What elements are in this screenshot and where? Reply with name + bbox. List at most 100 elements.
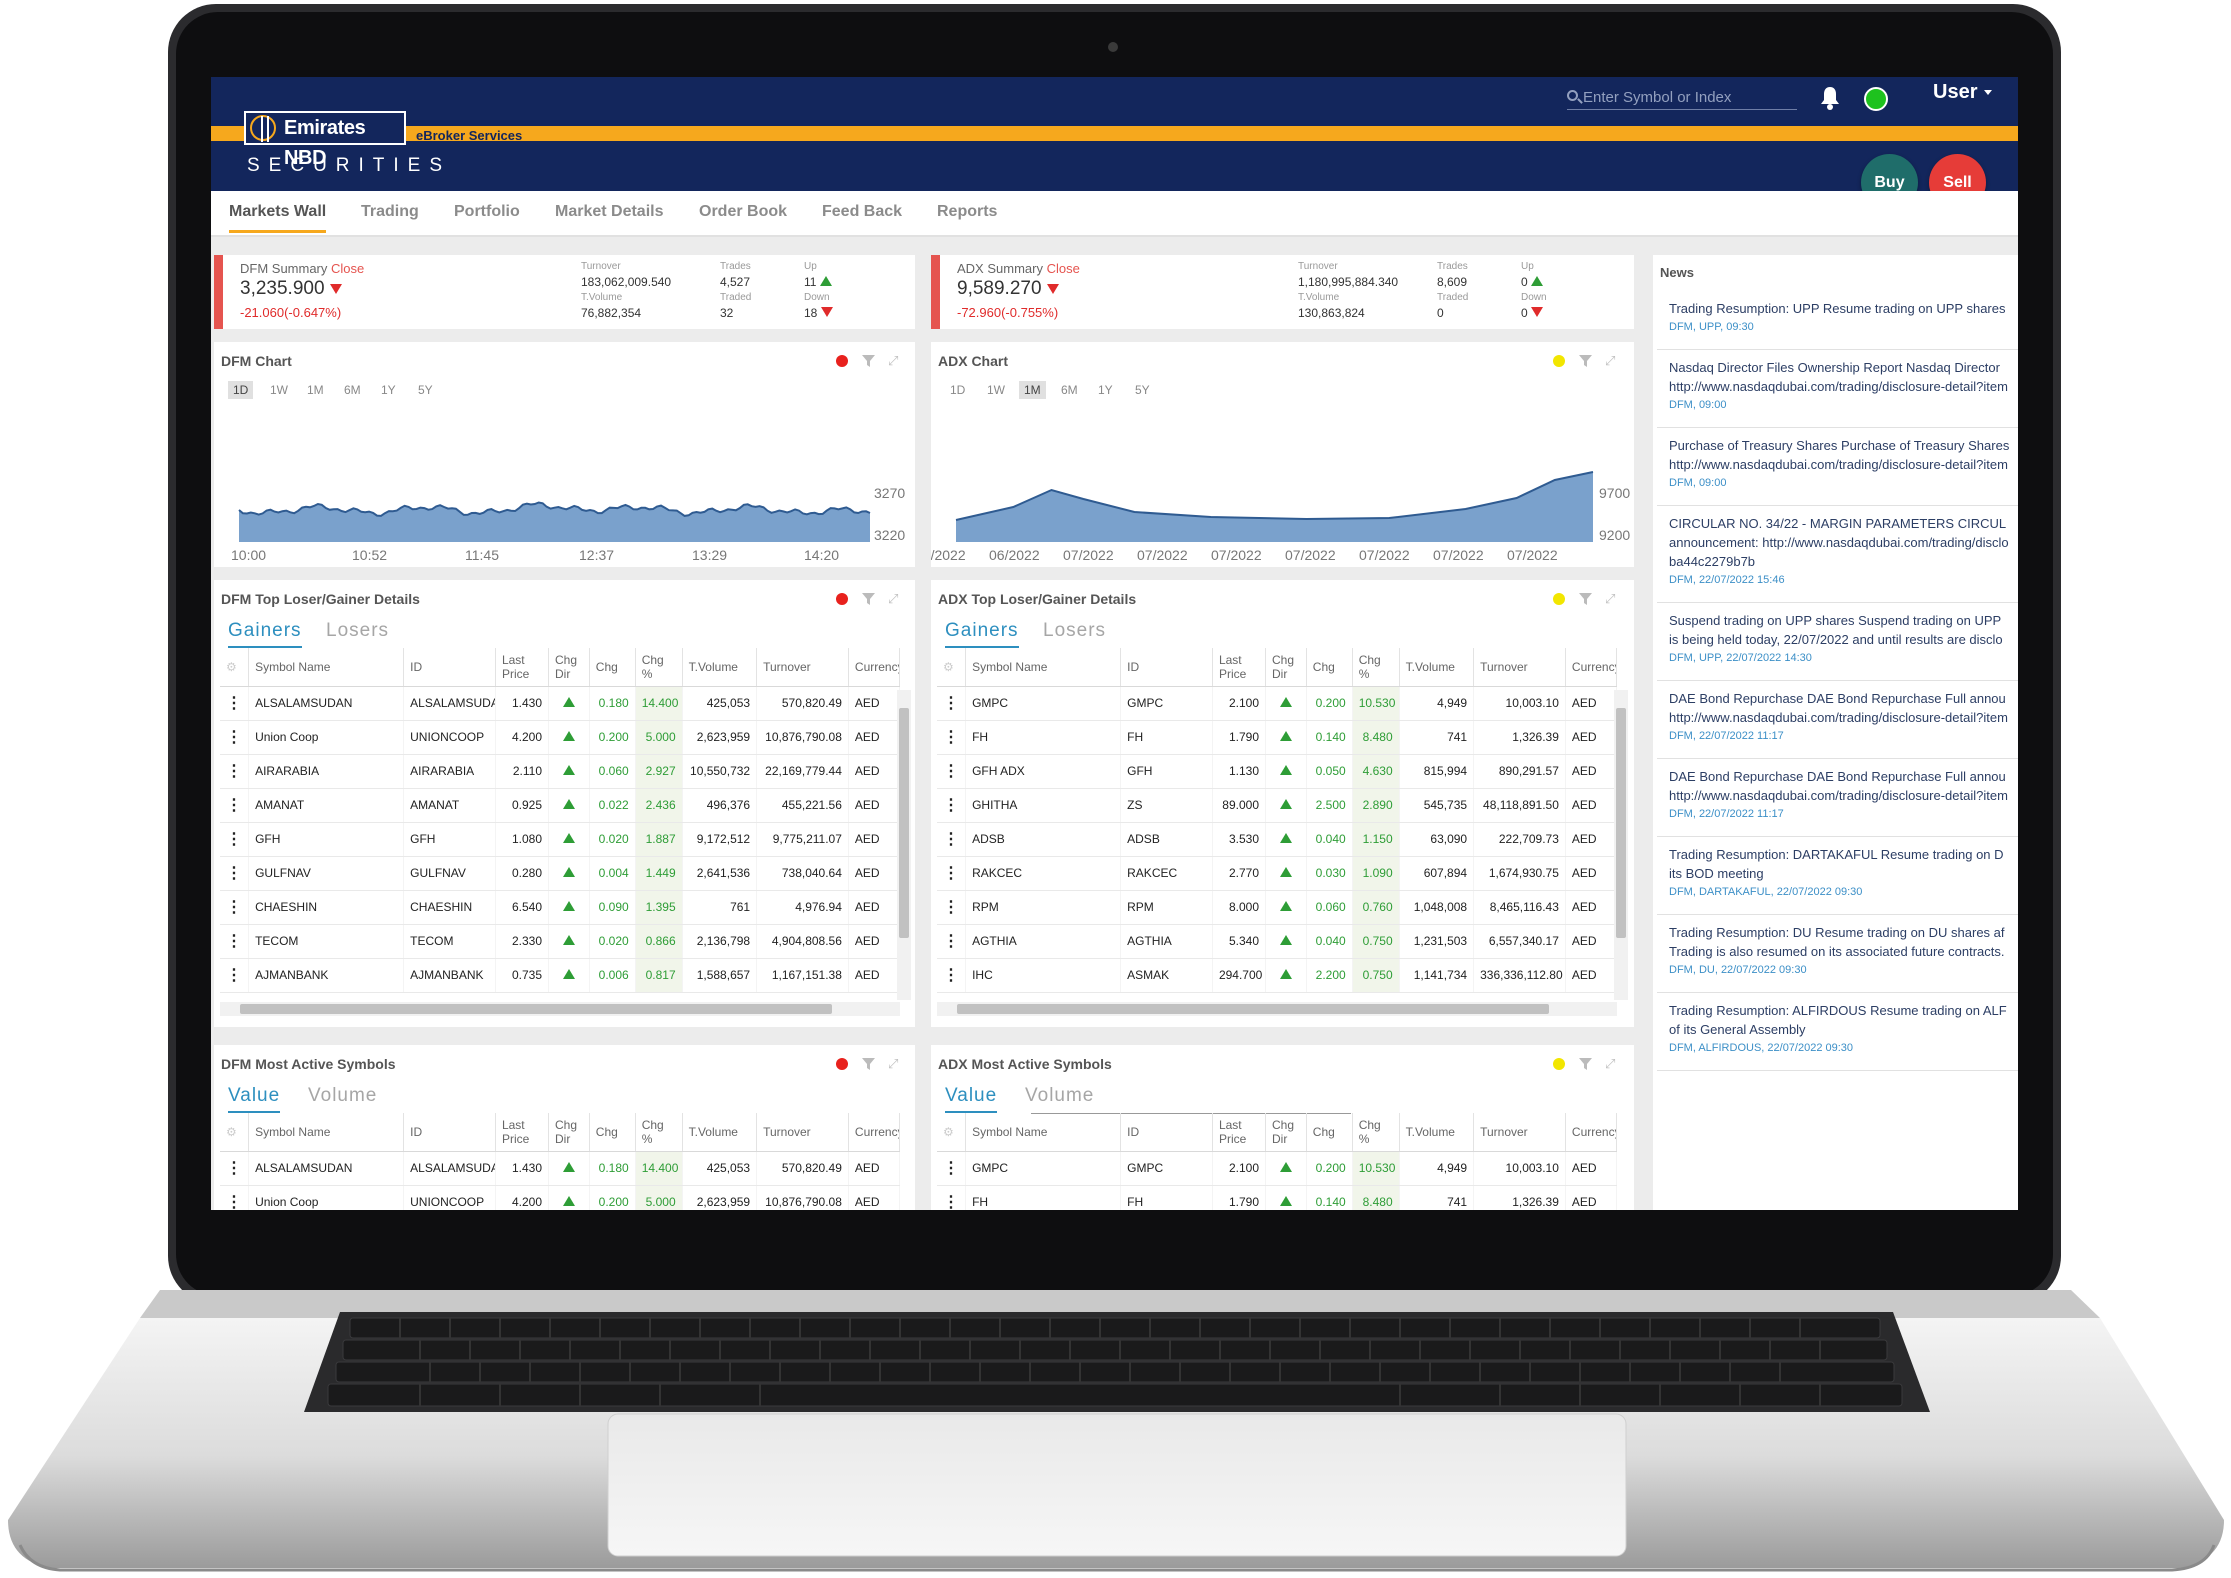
column-header-chg-dir[interactable]: Chg Dir (548, 648, 590, 687)
news-item[interactable]: Purchase of Treasury Shares Purchase of … (1657, 428, 2018, 506)
settings-icon[interactable]: ⚙ (937, 648, 967, 687)
adx-gainers-vscroll-thumb[interactable] (1616, 708, 1626, 938)
user-menu[interactable]: User (1933, 81, 1992, 104)
column-header-id[interactable]: ID (1120, 648, 1213, 687)
news-item[interactable]: CIRCULAR NO. 34/22 - MARGIN PARAMETERS C… (1657, 506, 2018, 603)
dfm-range-1d[interactable]: 1D (228, 381, 254, 399)
column-header-chg-[interactable]: Chg % (635, 648, 683, 687)
column-header-id[interactable]: ID (403, 648, 496, 687)
column-header-last-price[interactable]: Last Price (495, 1113, 550, 1152)
adx-range-6m[interactable]: 6M (1056, 381, 1083, 399)
nav-market-details[interactable]: Market Details (555, 203, 664, 221)
nav-reports[interactable]: Reports (937, 203, 997, 221)
column-header-currency[interactable]: Currency (1565, 648, 1618, 687)
row-menu-icon[interactable]: ⋮ (937, 856, 967, 891)
dfm-range-1w[interactable]: 1W (265, 381, 293, 399)
column-header-last-price[interactable]: Last Price (495, 648, 550, 687)
row-menu-icon[interactable]: ⋮ (220, 924, 250, 959)
settings-icon[interactable]: ⚙ (220, 648, 250, 687)
adx-value-tab[interactable]: Value (945, 1085, 998, 1113)
table-row[interactable]: ⋮ GHITHA ZS 89.000 2.500 2.890 545,735 48,118,8… (937, 788, 1618, 823)
table-row[interactable]: ⋮ ADSB ADSB 3.530 0.040 1.150 63,090 222,709.73… (937, 822, 1618, 857)
row-menu-icon[interactable]: ⋮ (220, 686, 250, 721)
table-row[interactable]: ⋮ FH FH 1.790 0.140 8.480 741 1,326.39 AED (937, 720, 1618, 755)
row-menu-icon[interactable]: ⋮ (937, 1151, 967, 1186)
column-header-currency[interactable]: Currency (848, 648, 901, 687)
adx-lg-expand-icon[interactable]: ⤢ (1605, 592, 1618, 605)
adx-volume-tab[interactable]: Volume (1025, 1085, 1094, 1107)
dfm-gainers-tab[interactable]: Gainers (228, 620, 302, 648)
news-item[interactable]: Nasdaq Director Files Ownership Report N… (1657, 350, 2018, 428)
table-row[interactable]: ⋮ AGTHIA AGTHIA 5.340 0.040 0.750 1,231,503 6,5… (937, 924, 1618, 959)
adx-chart-filter-icon[interactable] (1579, 355, 1592, 367)
row-menu-icon[interactable]: ⋮ (937, 924, 967, 959)
news-item[interactable]: Trading Resumption: DARTAKAFUL Resume tr… (1657, 837, 2018, 915)
row-menu-icon[interactable]: ⋮ (937, 958, 967, 993)
column-header-t-volume[interactable]: T.Volume (682, 1113, 758, 1152)
table-row[interactable]: ⋮ AMANAT AMANAT 0.925 0.022 2.436 496,376 455,2… (220, 788, 901, 823)
news-item[interactable]: DAE Bond Repurchase DAE Bond Repurchase … (1657, 759, 2018, 837)
dfm-gainers-vscroll-thumb[interactable] (899, 708, 909, 938)
column-header-id[interactable]: ID (1120, 1113, 1213, 1152)
adx-gainers-hscroll[interactable] (937, 1002, 1617, 1016)
column-header-turnover[interactable]: Turnover (756, 648, 849, 687)
row-menu-icon[interactable]: ⋮ (220, 720, 250, 755)
table-row[interactable]: ⋮ CHAESHIN CHAESHIN 6.540 0.090 1.395 761 4,976… (220, 890, 901, 925)
news-item[interactable]: Trading Resumption: DU Resume trading on… (1657, 915, 2018, 993)
column-header-turnover[interactable]: Turnover (1473, 648, 1566, 687)
dfm-chart-expand-icon[interactable]: ⤢ (888, 354, 901, 367)
news-item[interactable]: Suspend trading on UPP shares Suspend tr… (1657, 603, 2018, 681)
adx-losers-tab[interactable]: Losers (1043, 620, 1106, 642)
table-row[interactable]: ⋮ AIRARABIA AIRARABIA 2.110 0.060 2.927 10,550… (220, 754, 901, 789)
column-header-currency[interactable]: Currency (848, 1113, 901, 1152)
row-menu-icon[interactable]: ⋮ (220, 856, 250, 891)
dfm-active-expand-icon[interactable]: ⤢ (888, 1057, 901, 1070)
row-menu-icon[interactable]: ⋮ (220, 1185, 250, 1210)
table-row[interactable]: ⋮ GULFNAV GULFNAV 0.280 0.004 1.449 2,641,536 7… (220, 856, 901, 891)
row-menu-icon[interactable]: ⋮ (220, 890, 250, 925)
dfm-chart-filter-icon[interactable] (862, 355, 875, 367)
adx-active-expand-icon[interactable]: ⤢ (1605, 1057, 1618, 1070)
nav-order-book[interactable]: Order Book (699, 203, 787, 221)
column-header-symbol-name[interactable]: Symbol Name (965, 1113, 1122, 1152)
table-row[interactable]: ⋮ TECOM TECOM 2.330 0.020 0.866 2,136,798 4,904… (220, 924, 901, 959)
column-header-chg-dir[interactable]: Chg Dir (548, 1113, 590, 1152)
column-header-symbol-name[interactable]: Symbol Name (248, 1113, 405, 1152)
column-header-chg[interactable]: Chg (1306, 1113, 1353, 1152)
column-header-chg-dir[interactable]: Chg Dir (1265, 1113, 1307, 1152)
column-header-last-price[interactable]: Last Price (1212, 1113, 1267, 1152)
column-header-id[interactable]: ID (403, 1113, 496, 1152)
table-row[interactable]: ⋮ Union Coop UNIONCOOP 4.200 0.200 5.000 2,623… (220, 1185, 901, 1210)
dfm-range-1m[interactable]: 1M (302, 381, 329, 399)
nav-trading[interactable]: Trading (361, 203, 419, 221)
dfm-range-5y[interactable]: 5Y (413, 381, 438, 399)
table-row[interactable]: ⋮ GMPC GMPC 2.100 0.200 10.530 4,949 10,003.10 A… (937, 686, 1618, 721)
settings-icon[interactable]: ⚙ (937, 1113, 967, 1152)
column-header-turnover[interactable]: Turnover (1473, 1113, 1566, 1152)
brand-logo[interactable]: Emirates NBD (244, 111, 406, 169)
adx-gainers-hscroll-thumb[interactable] (957, 1004, 1549, 1014)
table-row[interactable]: ⋮ALSALAMSUDANALSALAMSUDAN1.4300.18014.40… (220, 1151, 901, 1186)
row-menu-icon[interactable]: ⋮ (937, 890, 967, 925)
row-menu-icon[interactable]: ⋮ (220, 788, 250, 823)
table-row[interactable]: ⋮ GFH ADX GFH 1.130 0.050 4.630 815,994 890,291… (937, 754, 1618, 789)
table-row[interactable]: ⋮ AJMANBANK AJMANBANK 0.735 0.006 0.817 1,588,… (220, 958, 901, 993)
column-header-chg-dir[interactable]: Chg Dir (1265, 648, 1307, 687)
column-header-currency[interactable]: Currency (1565, 1113, 1618, 1152)
column-header-chg-[interactable]: Chg % (1352, 648, 1400, 687)
adx-gainers-vscroll[interactable] (1614, 690, 1628, 1000)
adx-range-5y[interactable]: 5Y (1130, 381, 1155, 399)
column-header-chg[interactable]: Chg (589, 1113, 636, 1152)
nav-markets-wall[interactable]: Markets Wall (229, 203, 327, 233)
row-menu-icon[interactable]: ⋮ (220, 754, 250, 789)
news-item[interactable]: Trading Resumption: UPP Resume trading o… (1657, 291, 2018, 350)
column-header-chg[interactable]: Chg (589, 648, 636, 687)
adx-gainers-tab[interactable]: Gainers (945, 620, 1019, 648)
adx-range-1y[interactable]: 1Y (1093, 381, 1118, 399)
dfm-lg-expand-icon[interactable]: ⤢ (888, 592, 901, 605)
dfm-gainers-hscroll[interactable] (220, 1002, 900, 1016)
dfm-range-6m[interactable]: 6M (339, 381, 366, 399)
table-row[interactable]: ⋮ALSALAMSUDANALSALAMSUDAN1.4300.18014.40… (220, 686, 901, 721)
column-header-symbol-name[interactable]: Symbol Name (965, 648, 1122, 687)
column-header-chg-[interactable]: Chg % (1352, 1113, 1400, 1152)
